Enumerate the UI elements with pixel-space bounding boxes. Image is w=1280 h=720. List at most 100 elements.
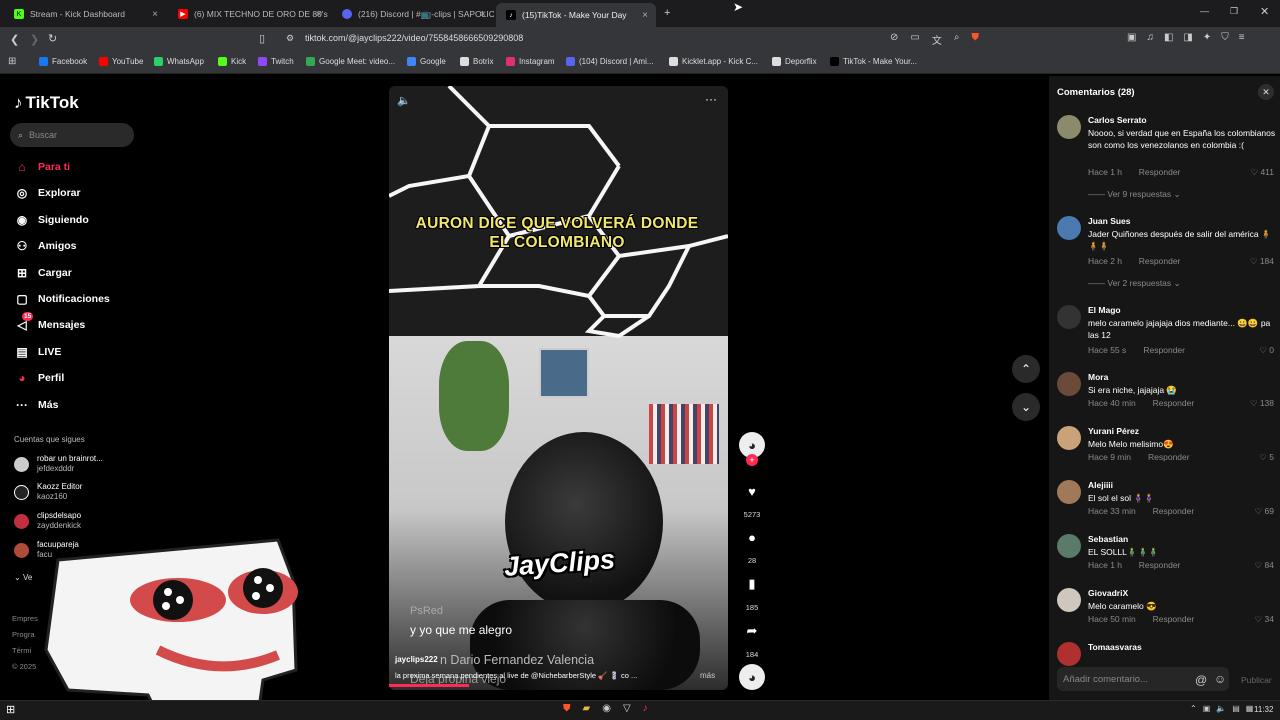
- reply-button[interactable]: Responder: [1143, 345, 1185, 355]
- bookmark-botrix[interactable]: Botrix: [460, 57, 493, 66]
- sidebar-item-perfil[interactable]: ◕ Perfil: [14, 371, 64, 385]
- avatar[interactable]: [1057, 216, 1081, 240]
- share-button[interactable]: ➦ 184: [738, 618, 766, 659]
- avatar[interactable]: [1057, 534, 1081, 558]
- sidebar-item-cargar[interactable]: ⊞ Cargar: [14, 266, 72, 280]
- publish-button[interactable]: Publicar: [1241, 675, 1272, 685]
- shield-icon[interactable]: ⛊: [971, 32, 979, 47]
- tray-app-icon[interactable]: ▣: [1203, 704, 1211, 713]
- comment-username[interactable]: Sebastian: [1088, 534, 1128, 544]
- menu-icon[interactable]: ≡: [1239, 32, 1245, 43]
- minimize-icon[interactable]: —: [1200, 6, 1209, 16]
- tiktok-logo[interactable]: ♪ TikTok: [14, 93, 79, 113]
- tab-youtube[interactable]: ▶ (6) MIX TECHNO DE ORO DE 80's & 90's×: [168, 3, 330, 25]
- forward-icon[interactable]: ❯: [30, 33, 39, 46]
- sidebar-item-para-ti[interactable]: ⌂ Para ti: [14, 160, 70, 174]
- like-button[interactable]: ♥ 5273: [738, 478, 766, 520]
- network-icon[interactable]: ▤: [1232, 704, 1240, 713]
- reply-button[interactable]: Responder: [1139, 256, 1181, 266]
- video-progress-bar[interactable]: [389, 684, 469, 687]
- wallet-icon[interactable]: ▣: [1127, 32, 1136, 43]
- language-icon[interactable]: ▦: [1246, 704, 1254, 713]
- window-close-icon[interactable]: ✕: [1260, 5, 1269, 18]
- bookmark-youtube[interactable]: YouTube: [99, 57, 143, 66]
- bookmark-google-meet-video[interactable]: Google Meet: video...: [306, 57, 395, 66]
- no-track-icon[interactable]: ⊘: [890, 32, 898, 47]
- sidebar-item-live[interactable]: ▤ LIVE: [14, 345, 61, 359]
- apps-icon[interactable]: ⊞: [8, 56, 16, 67]
- close-icon[interactable]: ×: [480, 9, 486, 20]
- music-icon[interactable]: ♫: [1146, 32, 1154, 43]
- close-icon[interactable]: ×: [316, 9, 322, 20]
- tab-kick-dashboard[interactable]: K Stream - Kick Dashboard ×: [4, 3, 166, 25]
- reply-button[interactable]: Responder: [1148, 452, 1190, 462]
- footer-terms[interactable]: Térmi: [12, 643, 38, 659]
- video-more-link[interactable]: más: [700, 671, 715, 680]
- zoom-icon[interactable]: ⌕: [954, 32, 960, 47]
- view-replies-button[interactable]: —— Ver 2 respuestas ⌄: [1088, 278, 1181, 289]
- sidebar-item-amigos[interactable]: ⚇ Amigos: [14, 239, 77, 253]
- see-more[interactable]: ⌄ Ve: [14, 573, 32, 582]
- new-tab-icon[interactable]: +: [664, 7, 670, 19]
- bookmark-icon[interactable]: ▯: [259, 32, 265, 45]
- volume-tray-icon[interactable]: 🔈: [1216, 704, 1226, 713]
- comment-username[interactable]: El Mago: [1088, 305, 1121, 315]
- comment-username[interactable]: Yurani Pérez: [1088, 426, 1139, 436]
- avatar[interactable]: [1057, 480, 1081, 504]
- comment-button[interactable]: ● 28: [738, 524, 766, 566]
- avatar[interactable]: [1057, 588, 1081, 612]
- sidebar-icon[interactable]: ◧: [1164, 32, 1173, 43]
- triangle-taskbar-icon[interactable]: ▽: [623, 703, 631, 714]
- avatar[interactable]: [1057, 115, 1081, 139]
- sidebar-item-mensajes[interactable]: ◁ 15 Mensajes: [14, 312, 85, 332]
- followed-account[interactable]: Kaozz Editor kaoz160: [14, 482, 82, 502]
- comment-like-button[interactable]: ♡ 34: [1255, 614, 1274, 625]
- sidebar-item-m-s[interactable]: ··· Más: [14, 398, 58, 412]
- save-button[interactable]: ▮ 185: [738, 571, 766, 612]
- reply-button[interactable]: Responder: [1153, 614, 1195, 624]
- next-video-button[interactable]: ⌄: [1012, 393, 1040, 421]
- comment-like-button[interactable]: ♡ 69: [1255, 506, 1274, 517]
- bookmark-twitch[interactable]: Twitch: [258, 57, 294, 66]
- tray-chevron-icon[interactable]: ⌃: [1190, 704, 1197, 713]
- followed-account[interactable]: robar un brainrot... jefdexdddr: [14, 454, 103, 474]
- comment-like-button[interactable]: ♡ 5: [1259, 452, 1274, 463]
- avatar[interactable]: [1057, 372, 1081, 396]
- avatar[interactable]: [1057, 642, 1081, 666]
- reply-button[interactable]: Responder: [1139, 560, 1181, 570]
- bookmark-104-discord-ami[interactable]: (104) Discord | Ami...: [566, 57, 654, 66]
- sidebar-item-notificaciones[interactable]: ▢ Notificaciones: [14, 292, 109, 306]
- bookmark-facebook[interactable]: Facebook: [39, 57, 87, 66]
- comment-like-button[interactable]: ♡ 184: [1250, 256, 1274, 267]
- comment-username[interactable]: Carlos Serrato: [1088, 115, 1147, 125]
- bookmark-whatsapp[interactable]: WhatsApp: [154, 57, 204, 66]
- maximize-icon[interactable]: ❐: [1230, 6, 1238, 17]
- author-avatar-button[interactable]: ◕ +: [738, 432, 766, 466]
- close-icon[interactable]: ×: [152, 9, 158, 20]
- tab-tiktok[interactable]: ♪ (15)TikTok - Make Your Day ×: [496, 3, 656, 27]
- back-icon[interactable]: ❮: [10, 33, 19, 46]
- reload-icon[interactable]: ↻: [48, 32, 57, 45]
- reply-button[interactable]: Responder: [1139, 167, 1181, 177]
- obs-taskbar-icon[interactable]: ◉: [602, 703, 611, 714]
- comment-username[interactable]: GiovadriX: [1088, 588, 1128, 598]
- previous-video-button[interactable]: ⌃: [1012, 355, 1040, 383]
- search-input[interactable]: ⌕ Buscar: [10, 123, 134, 147]
- comment-like-button[interactable]: ♡ 0: [1259, 345, 1274, 356]
- sidebar-item-explorar[interactable]: ◎ Explorar: [14, 186, 81, 200]
- tab-discord[interactable]: (216) Discord | #📺-clips | SAPOLIC ×: [332, 3, 494, 25]
- translate-icon[interactable]: 文: [932, 32, 942, 47]
- footer-programs[interactable]: Progra: [12, 627, 38, 643]
- comment-like-button[interactable]: ♡ 138: [1250, 398, 1274, 409]
- sidebar-item-siguiendo[interactable]: ◉ Siguiendo: [14, 213, 89, 227]
- avatar[interactable]: [1057, 426, 1081, 450]
- volume-icon[interactable]: 🔈: [397, 94, 411, 107]
- mention-icon[interactable]: @: [1195, 673, 1207, 687]
- comment-username[interactable]: Juan Sues: [1088, 216, 1131, 226]
- windows-start-icon[interactable]: ⊞: [6, 703, 15, 716]
- comment-username[interactable]: Alejiiii: [1088, 480, 1113, 490]
- folder-taskbar-icon[interactable]: ▰: [583, 703, 591, 714]
- comment-username[interactable]: Mora: [1088, 372, 1108, 382]
- cast-icon[interactable]: ▭: [910, 32, 919, 47]
- site-info-icon[interactable]: ⚙: [286, 33, 294, 44]
